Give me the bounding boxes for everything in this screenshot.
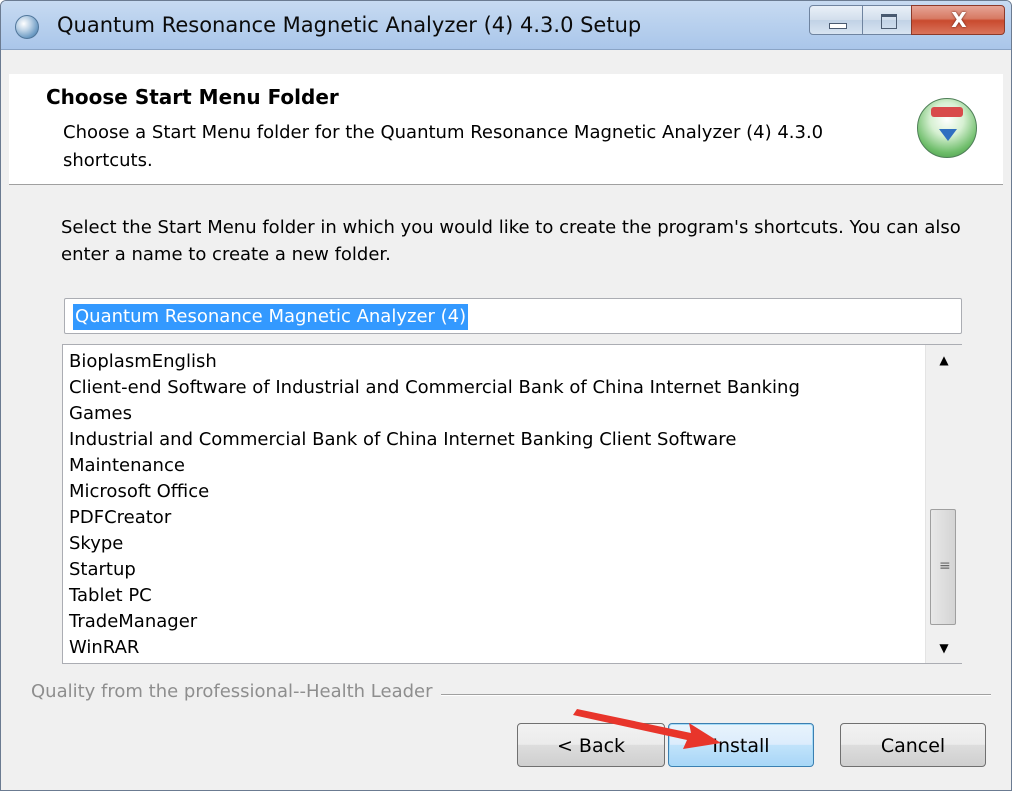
list-item[interactable]: Microsoft Office — [69, 479, 209, 505]
close-icon: X — [951, 8, 967, 32]
list-item[interactable]: WinRAR — [69, 635, 139, 661]
installer-logo-icon — [917, 98, 977, 158]
minimize-icon — [829, 23, 847, 29]
branding-text: Quality from the professional--Health Le… — [31, 681, 441, 702]
back-button[interactable]: < Back — [517, 723, 665, 767]
list-item[interactable]: Startup — [69, 557, 136, 583]
minimize-button[interactable] — [809, 5, 863, 35]
scroll-thumb[interactable]: ≡ — [930, 509, 956, 625]
maximize-icon — [881, 14, 897, 29]
logo-badge — [931, 107, 963, 117]
cancel-button[interactable]: Cancel — [840, 723, 986, 767]
maximize-button[interactable] — [862, 5, 912, 35]
vertical-scrollbar[interactable]: ▲ ≡ ▼ — [925, 345, 962, 663]
download-arrow-icon — [939, 129, 957, 141]
page-subtitle: Choose a Start Menu folder for the Quant… — [63, 122, 824, 171]
list-item[interactable]: Industrial and Commercial Bank of China … — [69, 427, 736, 453]
wizard-header: Choose Start Menu Folder Choose a Start … — [9, 74, 1003, 185]
window-title: Quantum Resonance Magnetic Analyzer (4) … — [57, 13, 642, 37]
folder-input-value[interactable]: Quantum Resonance Magnetic Analyzer (4) — [73, 304, 469, 330]
list-item[interactable]: Client-end Software of Industrial and Co… — [69, 375, 800, 401]
folder-list[interactable]: BioplasmEnglish Client-end Software of I… — [62, 344, 962, 664]
title-bar[interactable]: Quantum Resonance Magnetic Analyzer (4) … — [1, 1, 1011, 50]
list-item[interactable]: Maintenance — [69, 453, 185, 479]
start-menu-folder-input[interactable]: Quantum Resonance Magnetic Analyzer (4) — [64, 298, 962, 334]
list-item[interactable]: BioplasmEnglish — [69, 349, 217, 375]
list-item[interactable]: Skype — [69, 531, 123, 557]
list-item[interactable]: PDFCreator — [69, 505, 171, 531]
close-button[interactable]: X — [911, 5, 1005, 35]
grip-icon: ≡ — [939, 558, 951, 574]
page-title: Choose Start Menu Folder — [46, 85, 339, 109]
scroll-down-arrow-icon[interactable]: ▼ — [926, 633, 962, 663]
list-item[interactable]: Tablet PC — [69, 583, 152, 609]
list-item[interactable]: TradeManager — [69, 609, 197, 635]
installer-window: Quantum Resonance Magnetic Analyzer (4) … — [0, 0, 1012, 791]
instructions-text: Select the Start Menu folder in which yo… — [61, 217, 961, 265]
list-item[interactable]: Games — [69, 401, 132, 427]
app-globe-icon — [15, 15, 39, 39]
scroll-up-arrow-icon[interactable]: ▲ — [926, 345, 962, 375]
install-button[interactable]: Install — [668, 723, 814, 767]
